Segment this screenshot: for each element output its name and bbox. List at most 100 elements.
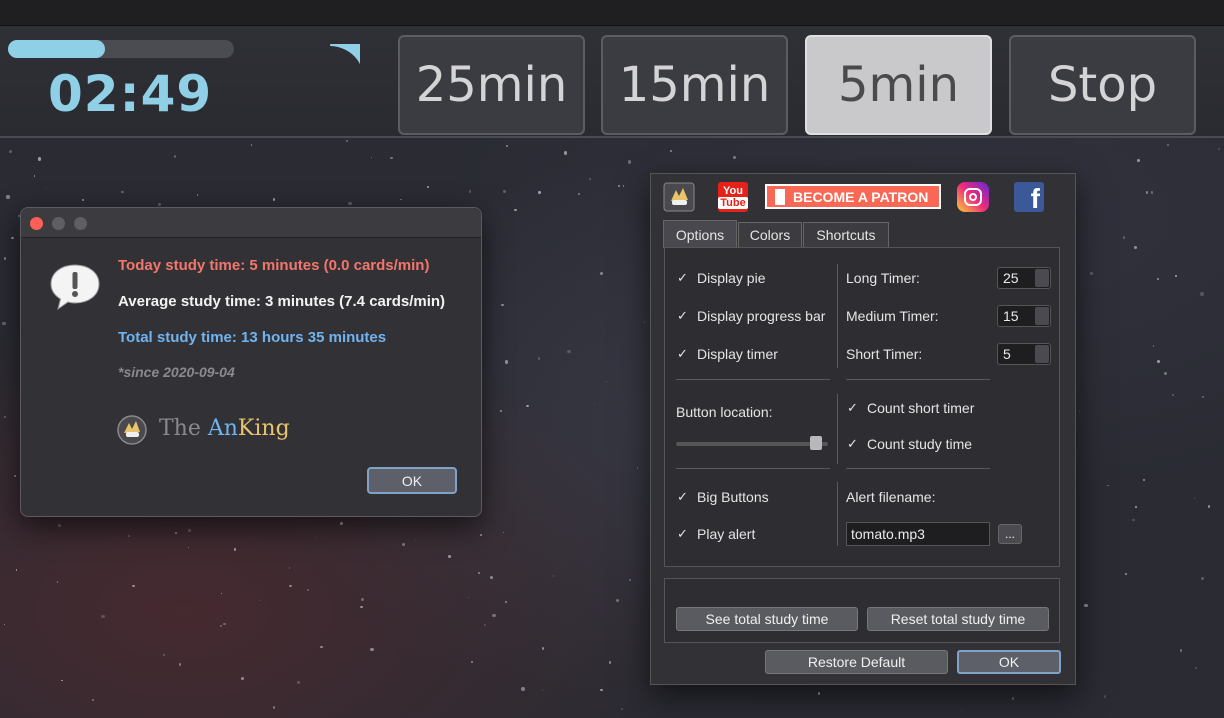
medium-timer-value: 15	[1003, 308, 1019, 324]
star	[101, 614, 105, 619]
count-study-time-checkbox[interactable]: ✓ Count study time	[847, 436, 972, 452]
star	[9, 150, 13, 154]
check-icon: ✓	[677, 270, 688, 285]
timer-5min-button[interactable]: 5min	[805, 35, 992, 135]
star	[188, 529, 191, 532]
star	[578, 193, 581, 195]
star	[157, 202, 161, 206]
options-ok-button[interactable]: OK	[957, 650, 1061, 674]
display-timer-checkbox[interactable]: ✓ Display timer	[677, 346, 778, 362]
star	[11, 237, 14, 240]
become-a-patron-button[interactable]: BECOME A PATRON	[765, 184, 941, 209]
star	[370, 647, 374, 652]
youtube-icon[interactable]: You Tube	[718, 182, 748, 212]
star	[3, 415, 7, 419]
star	[1193, 498, 1195, 499]
today-study-time: Today study time: 5 minutes (0.0 cards/m…	[118, 257, 430, 274]
star	[250, 144, 253, 146]
star	[505, 144, 509, 148]
star	[1202, 396, 1204, 398]
timer-25min-button[interactable]: 25min	[398, 35, 585, 135]
study-time-panel: See total study time Reset total study t…	[664, 578, 1060, 643]
zoom-window-button[interactable]	[74, 217, 87, 230]
star	[1134, 506, 1137, 509]
spin-arrows-icon[interactable]	[1035, 345, 1049, 363]
reset-total-study-time-button[interactable]: Reset total study time	[867, 607, 1049, 631]
count-short-timer-checkbox[interactable]: ✓ Count short timer	[847, 400, 974, 416]
star	[92, 699, 95, 702]
timer-pie	[330, 44, 360, 65]
star	[14, 475, 17, 478]
window-top-strip	[0, 0, 1224, 26]
star	[127, 535, 130, 537]
play-alert-checkbox[interactable]: ✓ Play alert	[677, 526, 755, 542]
anking-brand-the: The	[159, 416, 208, 441]
star	[1200, 292, 1204, 296]
star	[502, 189, 506, 193]
section-divider	[676, 468, 830, 469]
star	[608, 661, 612, 664]
star	[1152, 345, 1155, 347]
see-total-study-time-button[interactable]: See total study time	[676, 607, 858, 631]
column-divider	[837, 482, 838, 546]
star	[390, 156, 394, 160]
alert-filename-input[interactable]: tomato.mp3	[846, 522, 990, 546]
star	[1132, 518, 1135, 521]
restore-default-button[interactable]: Restore Default	[765, 650, 948, 674]
big-buttons-checkbox[interactable]: ✓ Big Buttons	[677, 489, 769, 505]
star	[616, 599, 620, 603]
star	[121, 190, 124, 194]
timer-progress-bar	[8, 40, 234, 58]
button-location-slider[interactable]	[676, 442, 828, 446]
star	[505, 360, 509, 364]
star	[732, 156, 736, 160]
long-timer-spinbox[interactable]: 25	[997, 267, 1051, 289]
star	[289, 584, 292, 588]
long-timer-value: 25	[1003, 270, 1019, 286]
button-location-slider-thumb[interactable]	[810, 436, 822, 450]
check-icon: ✓	[677, 308, 688, 323]
timer-stop-button[interactable]: Stop	[1009, 35, 1196, 135]
star	[272, 198, 275, 201]
browse-file-button[interactable]: ...	[998, 524, 1022, 544]
anking-social-icon[interactable]	[663, 182, 695, 212]
star	[1150, 191, 1153, 194]
minimize-window-button[interactable]	[52, 217, 65, 230]
alert-filename-label: Alert filename:	[846, 489, 936, 505]
star	[628, 579, 632, 582]
star	[471, 660, 473, 663]
spin-arrows-icon[interactable]	[1035, 307, 1049, 325]
star	[960, 709, 962, 712]
star	[340, 521, 344, 525]
star	[1166, 144, 1169, 146]
facebook-icon[interactable]: f	[1014, 182, 1044, 214]
star	[197, 194, 199, 196]
medium-timer-spinbox[interactable]: 15	[997, 305, 1051, 327]
star	[1136, 159, 1140, 163]
star	[480, 534, 482, 536]
display-progress-bar-checkbox[interactable]: ✓ Display progress bar	[677, 308, 825, 324]
star	[178, 663, 182, 666]
star	[56, 580, 59, 583]
long-timer-label: Long Timer:	[846, 270, 920, 286]
tab-colors[interactable]: Colors	[738, 222, 802, 247]
dialog-ok-button[interactable]: OK	[367, 467, 457, 494]
spin-arrows-icon[interactable]	[1035, 269, 1049, 287]
star	[600, 272, 604, 276]
display-pie-checkbox[interactable]: ✓ Display pie	[677, 270, 765, 286]
star	[483, 623, 487, 627]
patron-label: BECOME A PATRON	[793, 188, 929, 205]
close-window-button[interactable]	[30, 217, 43, 230]
alert-speech-bubble-icon	[50, 264, 100, 311]
instagram-icon[interactable]	[957, 182, 989, 212]
star	[401, 543, 406, 547]
star	[492, 613, 496, 617]
tab-options[interactable]: Options	[663, 220, 737, 248]
display-progress-bar-label: Display progress bar	[697, 308, 826, 324]
timer-15min-button[interactable]: 15min	[601, 35, 788, 135]
star	[1218, 148, 1220, 150]
short-timer-spinbox[interactable]: 5	[997, 343, 1051, 365]
tab-shortcuts[interactable]: Shortcuts	[803, 222, 889, 247]
star	[514, 209, 517, 212]
short-timer-value: 5	[1003, 346, 1011, 362]
